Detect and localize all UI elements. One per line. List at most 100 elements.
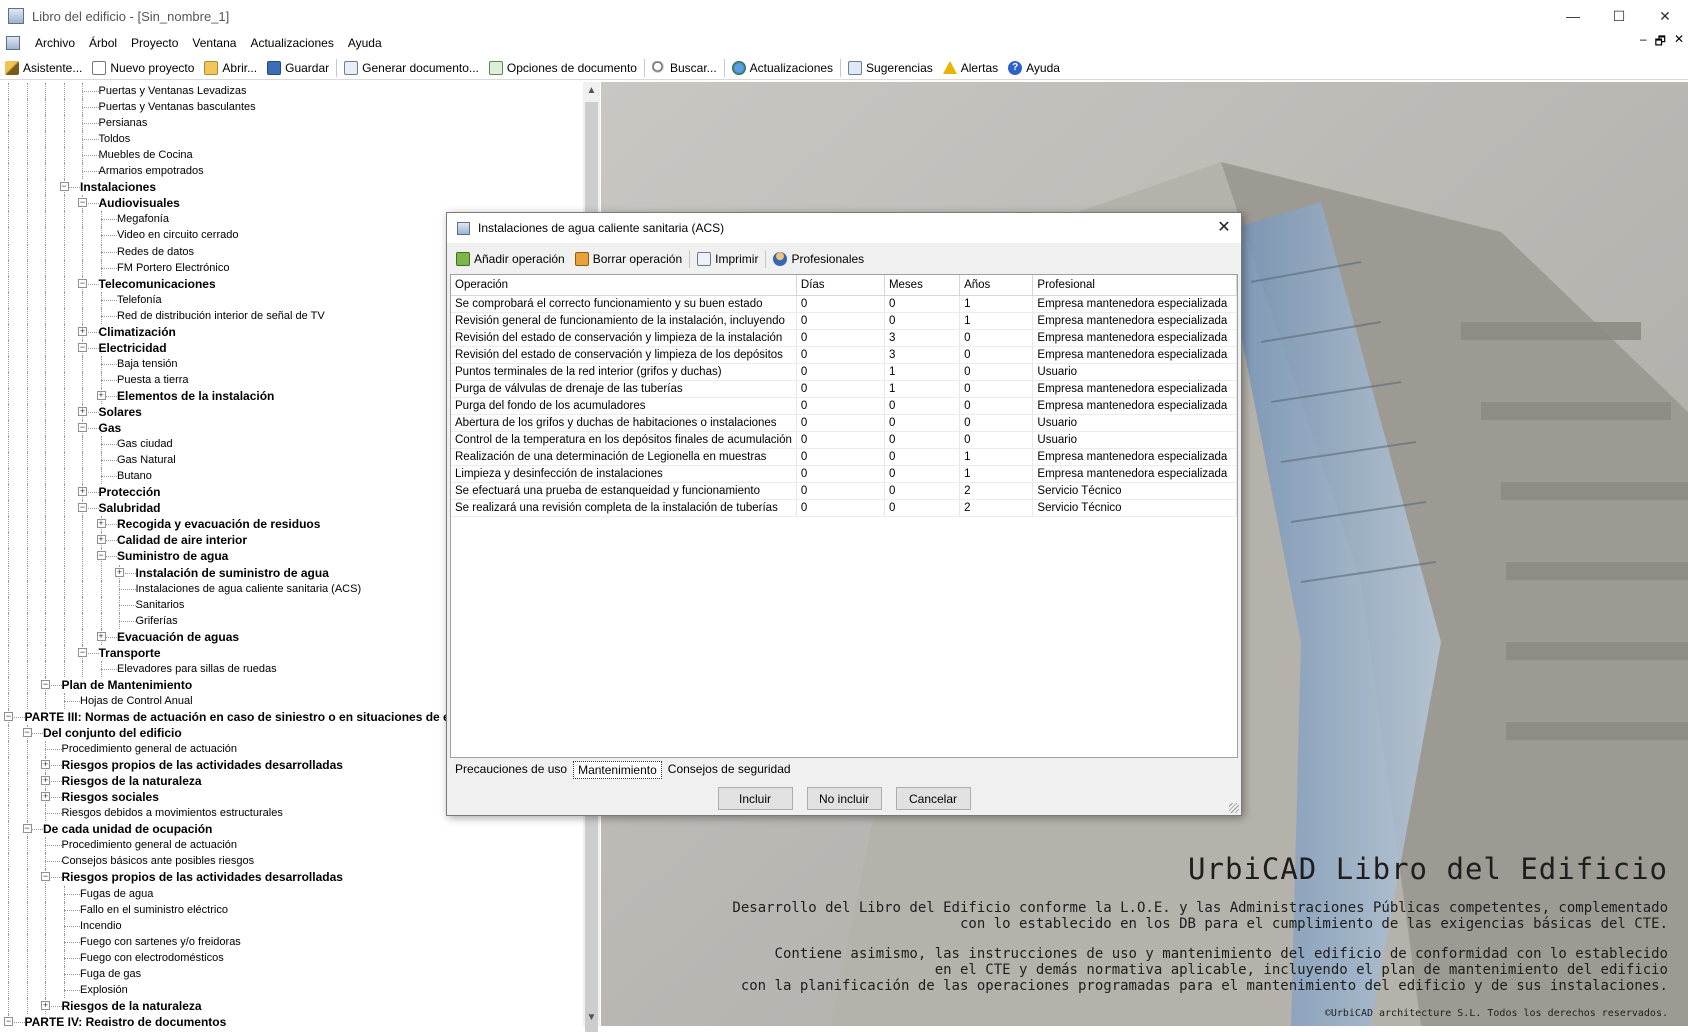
- table-cell[interactable]: Servicio Técnico: [1032, 482, 1237, 500]
- resize-grip-icon[interactable]: [1229, 803, 1239, 813]
- tree-node[interactable]: Gas Natural: [117, 452, 176, 468]
- table-cell[interactable]: 2: [959, 482, 1034, 500]
- tree-node[interactable]: Persianas: [99, 115, 148, 131]
- tree-node[interactable]: Fuego con electrodomésticos: [80, 950, 224, 966]
- table-cell[interactable]: 0: [796, 465, 885, 483]
- maximize-icon[interactable]: ☐: [1596, 0, 1642, 32]
- collapse-icon[interactable]: −: [41, 679, 50, 689]
- tree-node[interactable]: Gas ciudad: [117, 436, 173, 452]
- cancel-button[interactable]: Cancelar: [895, 787, 971, 810]
- tree-node[interactable]: Instalaciones de agua caliente sanitaria…: [136, 581, 362, 597]
- table-cell[interactable]: Usuario: [1032, 363, 1237, 381]
- expand-icon[interactable]: +: [96, 631, 106, 641]
- table-cell[interactable]: 0: [796, 380, 885, 398]
- collapse-icon[interactable]: −: [78, 503, 87, 513]
- menu-arbol[interactable]: Árbol: [82, 36, 124, 50]
- tree-node[interactable]: Suministro de agua: [117, 548, 228, 564]
- table-cell[interactable]: 0: [884, 482, 961, 500]
- updates-button[interactable]: Actualizaciones: [727, 57, 838, 79]
- tree-node[interactable]: Butano: [117, 468, 152, 484]
- tree-node[interactable]: Elevadores para sillas de ruedas: [117, 661, 277, 677]
- column-header-profesional[interactable]: Profesional: [1032, 275, 1237, 296]
- table-cell[interactable]: 0: [796, 295, 885, 313]
- add-operation-button[interactable]: Añadir operación: [451, 248, 570, 270]
- tree-node[interactable]: Solares: [99, 404, 142, 420]
- table-cell[interactable]: 0: [884, 448, 961, 466]
- expand-icon[interactable]: +: [78, 326, 87, 336]
- tree-node[interactable]: Del conjunto del edificio: [43, 725, 182, 741]
- table-cell[interactable]: 1: [884, 380, 961, 398]
- new-project-button[interactable]: Nuevo proyecto: [87, 57, 199, 79]
- tree-node[interactable]: Climatización: [99, 324, 176, 340]
- table-cell[interactable]: 0: [959, 346, 1034, 364]
- table-cell[interactable]: 2: [959, 499, 1034, 517]
- tree-node[interactable]: PARTE III: Normas de actuación en caso d…: [25, 709, 510, 725]
- tree-node[interactable]: Instalaciones: [80, 179, 156, 195]
- tree-node[interactable]: Protección: [99, 484, 161, 500]
- table-cell[interactable]: Empresa mantenedora especializada: [1032, 465, 1237, 483]
- table-cell[interactable]: Empresa mantenedora especializada: [1032, 295, 1237, 313]
- document-options-button[interactable]: Opciones de documento: [484, 57, 642, 79]
- expand-icon[interactable]: +: [41, 776, 50, 786]
- tree-node[interactable]: Armarios empotrados: [99, 163, 204, 179]
- tree-node[interactable]: Electricidad: [99, 340, 167, 356]
- table-cell[interactable]: Se realizará una revisión completa de la…: [451, 499, 797, 517]
- expand-icon[interactable]: +: [96, 535, 106, 545]
- table-row[interactable]: Purga del fondo de los acumuladores 0 0 0 Em…: [451, 397, 1237, 415]
- table-cell[interactable]: 0: [884, 414, 961, 432]
- table-cell[interactable]: Empresa mantenedora especializada: [1032, 329, 1237, 347]
- table-cell[interactable]: Empresa mantenedora especializada: [1032, 312, 1237, 330]
- tree-node[interactable]: Consejos básicos ante posibles riesgos: [62, 853, 255, 869]
- expand-icon[interactable]: +: [96, 519, 106, 529]
- tree-node[interactable]: Riesgos debidos a movimientos estructura…: [62, 805, 283, 821]
- exclude-button[interactable]: No incluir: [806, 787, 882, 810]
- table-cell[interactable]: 0: [959, 414, 1034, 432]
- generate-document-button[interactable]: Generar documento...: [339, 57, 484, 79]
- table-row[interactable]: Control de la temperatura en los depósit…: [451, 431, 1237, 449]
- table-cell[interactable]: Usuario: [1032, 414, 1237, 432]
- tree-node[interactable]: Baja tensión: [117, 356, 178, 372]
- table-row[interactable]: Se comprobará el correcto funcionamiento…: [451, 295, 1237, 313]
- table-row[interactable]: Realización de una determinación de Legi…: [451, 448, 1237, 466]
- table-cell[interactable]: Revisión del estado de conservación y li…: [451, 329, 797, 347]
- table-cell[interactable]: 0: [796, 346, 885, 364]
- tree-node[interactable]: Transporte: [99, 645, 161, 661]
- table-cell[interactable]: 0: [796, 363, 885, 381]
- collapse-icon[interactable]: −: [59, 182, 69, 192]
- tree-node[interactable]: Hojas de Control Anual: [80, 693, 193, 709]
- tab-mantenimiento[interactable]: Mantenimiento: [573, 761, 662, 779]
- table-cell[interactable]: Purga de válvulas de drenaje de las tube…: [451, 380, 797, 398]
- table-cell[interactable]: Empresa mantenedora especializada: [1032, 380, 1237, 398]
- table-row[interactable]: Revisión del estado de conservación y li…: [451, 346, 1237, 364]
- table-cell[interactable]: 1: [959, 465, 1034, 483]
- save-button[interactable]: Guardar: [262, 57, 334, 79]
- tree-node[interactable]: Fuga de gas: [80, 966, 141, 982]
- table-cell[interactable]: 0: [796, 431, 885, 449]
- assistant-button[interactable]: Asistente...: [0, 57, 87, 79]
- table-cell[interactable]: 1: [959, 295, 1034, 313]
- tree-node[interactable]: FM Portero Electrónico: [117, 260, 229, 276]
- include-button[interactable]: Incluir: [717, 787, 793, 810]
- table-row[interactable]: Revisión general de funcionamiento de la…: [451, 312, 1237, 330]
- tree-node[interactable]: Megafonía: [117, 211, 169, 227]
- collapse-icon[interactable]: −: [78, 278, 87, 288]
- help-button[interactable]: Ayuda: [1003, 57, 1065, 79]
- tree-node[interactable]: Telefonía: [117, 292, 162, 308]
- tree-node[interactable]: Audiovisuales: [99, 195, 180, 211]
- table-cell[interactable]: 0: [959, 329, 1034, 347]
- table-cell[interactable]: Empresa mantenedora especializada: [1032, 346, 1237, 364]
- table-cell[interactable]: 0: [884, 312, 961, 330]
- scroll-down-icon[interactable]: ▼: [583, 1009, 600, 1026]
- table-cell[interactable]: Empresa mantenedora especializada: [1032, 448, 1237, 466]
- tree-node[interactable]: Riesgos de la naturaleza: [62, 998, 202, 1014]
- menu-ventana[interactable]: Ventana: [185, 36, 243, 50]
- table-cell[interactable]: Se efectuará una prueba de estanqueidad …: [451, 482, 797, 500]
- tree-node[interactable]: Puertas y Ventanas Levadizas: [99, 83, 247, 99]
- table-cell[interactable]: 0: [796, 414, 885, 432]
- tree-node[interactable]: Fallo en el suministro eléctrico: [80, 902, 228, 918]
- table-cell[interactable]: 0: [884, 431, 961, 449]
- suggestions-button[interactable]: Sugerencias: [843, 57, 938, 79]
- tree-node[interactable]: Riesgos sociales: [62, 789, 159, 805]
- tree-node[interactable]: Procedimiento general de actuación: [62, 741, 238, 757]
- menu-archivo[interactable]: Archivo: [28, 36, 82, 50]
